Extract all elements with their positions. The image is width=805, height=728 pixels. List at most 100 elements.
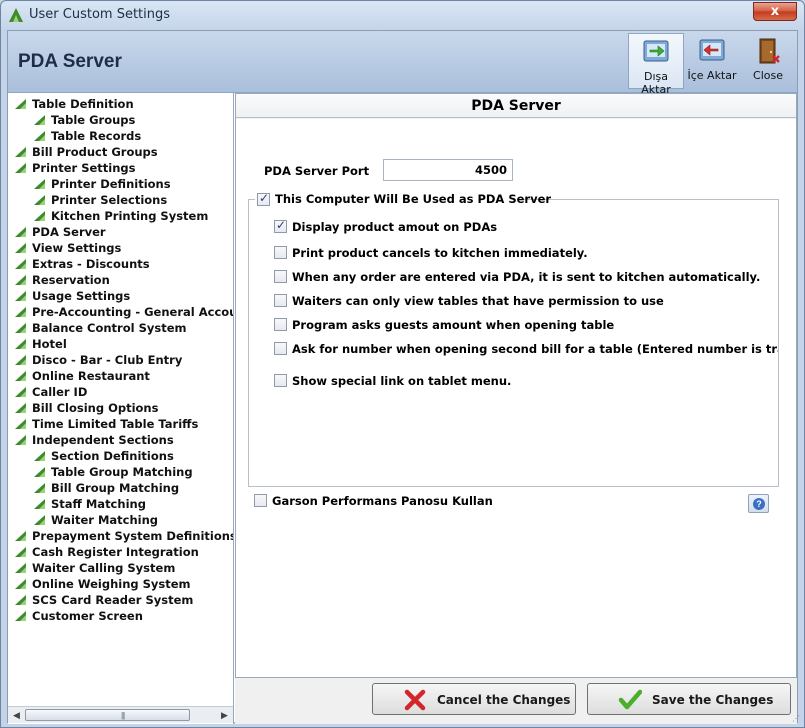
help-button[interactable]: ? bbox=[748, 494, 769, 513]
settings-content-panel: PDA Server PDA Server Port 4500 This Com… bbox=[235, 93, 797, 678]
tree-item-label: Online Restaurant bbox=[32, 369, 150, 383]
tree-item[interactable]: Online Restaurant bbox=[14, 368, 150, 384]
option-checkbox[interactable] bbox=[274, 318, 287, 331]
pda-server-toggle[interactable]: This Computer Will Be Used as PDA Server bbox=[255, 191, 551, 207]
option-checkbox[interactable] bbox=[274, 246, 287, 259]
title-bar[interactable]: User Custom Settings x bbox=[1, 1, 804, 29]
tree-item[interactable]: Reservation bbox=[14, 272, 110, 288]
tree-item[interactable]: Time Limited Table Tariffs bbox=[14, 416, 198, 432]
option-checkbox[interactable] bbox=[274, 270, 287, 283]
tree-item[interactable]: Customer Screen bbox=[14, 608, 143, 624]
tree-item[interactable]: Table Definition bbox=[14, 96, 134, 112]
tree-item[interactable]: Section Definitions bbox=[33, 448, 174, 464]
checkmark-icon bbox=[618, 689, 642, 710]
tree-item[interactable]: Printer Settings bbox=[14, 160, 135, 176]
save-changes-button[interactable]: Save the Changes bbox=[587, 683, 791, 715]
tree-item-label: Waiter Matching bbox=[51, 513, 159, 527]
garson-performance-checkbox[interactable] bbox=[254, 494, 267, 507]
tree-item[interactable]: Hotel bbox=[14, 336, 67, 352]
export-button[interactable]: Dışa Aktar bbox=[628, 33, 684, 96]
window-title: User Custom Settings bbox=[29, 7, 171, 22]
tree-horizontal-scrollbar[interactable]: ◀ ||| ▶ bbox=[8, 706, 233, 723]
tree-item[interactable]: Printer Selections bbox=[33, 192, 167, 208]
tree-item[interactable]: Table Groups bbox=[33, 112, 135, 128]
option-label: Print product cancels to kitchen immedia… bbox=[292, 246, 588, 260]
window-close-button[interactable]: x bbox=[753, 2, 797, 21]
tree-item[interactable]: Table Records bbox=[33, 128, 141, 144]
tree-item[interactable]: Disco - Bar - Club Entry bbox=[14, 352, 182, 368]
footer-bar: Cancel the Changes Save the Changes bbox=[235, 678, 797, 724]
tree-item-label: Hotel bbox=[32, 337, 67, 351]
cancel-label: Cancel the Changes bbox=[437, 693, 571, 707]
cancel-x-icon bbox=[404, 689, 426, 711]
tree-item-label: Bill Product Groups bbox=[32, 145, 158, 159]
tree-item[interactable]: Caller ID bbox=[14, 384, 87, 400]
tree-node-icon bbox=[15, 243, 26, 253]
option-label: When any order are entered via PDA, it i… bbox=[292, 270, 761, 284]
tree-item[interactable]: SCS Card Reader System bbox=[14, 592, 193, 608]
tree-item[interactable]: Extras - Discounts bbox=[14, 256, 150, 272]
tree-item-label: Pre-Accounting - General Accounting bbox=[32, 305, 234, 319]
tree-item[interactable]: Waiter Matching bbox=[33, 512, 158, 528]
tree-item[interactable]: PDA Server bbox=[14, 224, 106, 240]
tree-node-icon bbox=[34, 451, 45, 461]
tree-item[interactable]: Bill Closing Options bbox=[14, 400, 158, 416]
tree-node-icon bbox=[15, 419, 26, 429]
tree-node-icon bbox=[15, 275, 26, 285]
option-checkbox[interactable] bbox=[274, 218, 287, 233]
close-button[interactable]: Close bbox=[744, 33, 792, 89]
tree-node-icon bbox=[15, 147, 26, 157]
pda-options-group: This Computer Will Be Used as PDA Server… bbox=[248, 191, 779, 487]
scroll-right-arrow-icon[interactable]: ▶ bbox=[218, 709, 231, 721]
tree-item[interactable]: Usage Settings bbox=[14, 288, 130, 304]
tree-item[interactable]: View Settings bbox=[14, 240, 121, 256]
tree-node-icon bbox=[15, 163, 26, 173]
tree-item[interactable]: Waiter Calling System bbox=[14, 560, 175, 576]
scrollbar-grip-icon: ||| bbox=[121, 711, 125, 720]
tree-item-label: Section Definitions bbox=[51, 449, 174, 463]
tree-item[interactable]: Balance Control System bbox=[14, 320, 186, 336]
option-checkbox[interactable] bbox=[274, 294, 287, 307]
tree-item[interactable]: Kitchen Printing System bbox=[33, 208, 208, 224]
tree-item[interactable]: Staff Matching bbox=[33, 496, 146, 512]
tree-node-icon bbox=[15, 563, 26, 573]
header-bar: PDA Server Dışa Aktar İçe Aktar Close bbox=[8, 31, 797, 96]
scrollbar-thumb[interactable]: ||| bbox=[25, 709, 190, 721]
tree-item-label: Printer Selections bbox=[51, 193, 168, 207]
scroll-left-arrow-icon[interactable]: ◀ bbox=[10, 709, 23, 721]
port-input[interactable]: 4500 bbox=[383, 159, 513, 181]
tree-item-label: Caller ID bbox=[32, 385, 88, 399]
pda-server-checkbox[interactable] bbox=[257, 191, 270, 206]
tree-item[interactable]: Pre-Accounting - General Accounting bbox=[14, 304, 234, 320]
settings-tree[interactable]: Table Definition Table Groups Table Record… bbox=[8, 93, 234, 724]
tree-item-label: Reservation bbox=[32, 273, 110, 287]
tree-item[interactable]: Bill Group Matching bbox=[33, 480, 179, 496]
cancel-changes-button[interactable]: Cancel the Changes bbox=[372, 683, 576, 715]
option-checkbox[interactable] bbox=[274, 342, 287, 355]
tree-item-label: Prepayment System Definitions bbox=[32, 529, 234, 543]
tree-item[interactable]: Online Weighing System bbox=[14, 576, 191, 592]
tree-item-label: Bill Closing Options bbox=[32, 401, 159, 415]
tree-item[interactable]: Prepayment System Definitions bbox=[14, 528, 234, 544]
tree-item[interactable]: Table Group Matching bbox=[33, 464, 193, 480]
tree-node-icon bbox=[34, 195, 45, 205]
tree-item-label: Usage Settings bbox=[32, 289, 131, 303]
tree-node-icon bbox=[15, 99, 26, 109]
option-checkbox[interactable] bbox=[274, 374, 287, 387]
save-label: Save the Changes bbox=[652, 693, 774, 707]
tree-item-label: Time Limited Table Tariffs bbox=[32, 417, 199, 431]
tree-item[interactable]: Independent Sections bbox=[14, 432, 174, 448]
tree-item[interactable]: Cash Register Integration bbox=[14, 544, 199, 560]
import-button[interactable]: İçe Aktar bbox=[686, 33, 738, 89]
tree-item-label: Waiter Calling System bbox=[32, 561, 176, 575]
resize-grip-icon[interactable]: ⋰ bbox=[792, 714, 800, 723]
tree-item[interactable]: Printer Definitions bbox=[33, 176, 171, 192]
garson-performance-label: Garson Performans Panosu Kullan bbox=[272, 494, 493, 508]
tree-item[interactable]: Bill Product Groups bbox=[14, 144, 158, 160]
export-icon bbox=[643, 40, 669, 62]
tree-node-icon bbox=[15, 579, 26, 589]
tree-node-icon bbox=[15, 323, 26, 333]
tree-node-icon bbox=[15, 259, 26, 269]
tree-node-icon bbox=[15, 547, 26, 557]
tree-node-icon bbox=[15, 227, 26, 237]
